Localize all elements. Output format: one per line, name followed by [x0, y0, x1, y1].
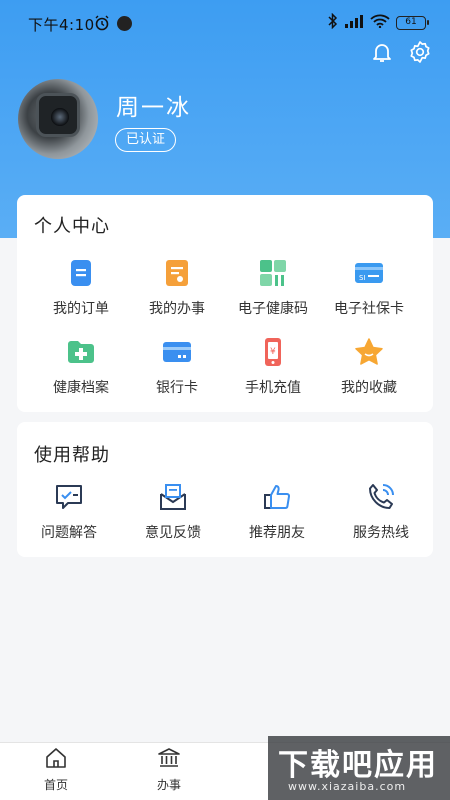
watermark-url: www.xiazaiba.com: [288, 780, 407, 793]
gear-icon[interactable]: [408, 40, 432, 64]
feedback-mail-icon: [158, 482, 188, 512]
svg-text:SI: SI: [359, 274, 366, 282]
menu-item-label: 我的订单: [53, 301, 109, 317]
help-item-label: 意见反馈: [145, 525, 201, 541]
government-building-icon: [157, 748, 181, 774]
menu-item-label: 我的办事: [149, 301, 205, 317]
bank-card-icon: [162, 337, 192, 367]
favorites-star-icon: [354, 337, 384, 367]
menu-item-label: 健康档案: [53, 380, 109, 396]
affairs-icon: [162, 258, 192, 288]
help-item-label: 服务热线: [353, 525, 409, 541]
tab-affairs[interactable]: 办事: [139, 746, 199, 793]
user-name: 周一冰: [116, 95, 191, 121]
menu-item-phone-recharge[interactable]: ¥ 手机充值: [221, 337, 325, 397]
avatar[interactable]: [18, 79, 98, 159]
help-item-hotline[interactable]: 服务热线: [329, 482, 433, 542]
menu-item-my-orders[interactable]: 我的订单: [29, 258, 133, 318]
menu-item-label: 电子社保卡: [334, 301, 404, 317]
menu-item-bank-card[interactable]: 银行卡: [125, 337, 229, 397]
app-notification-icon: [117, 16, 132, 31]
menu-item-label: 我的收藏: [341, 380, 397, 396]
watermark-logo: 下载吧应用 www.xiazaiba.com: [268, 736, 450, 800]
menu-item-health-record[interactable]: 健康档案: [29, 337, 133, 397]
qa-icon: [54, 482, 84, 512]
menu-item-my-affairs[interactable]: 我的办事: [125, 258, 229, 318]
battery-indicator: 61: [396, 16, 429, 30]
wifi-icon: [370, 14, 390, 32]
hotline-phone-icon: [366, 482, 396, 512]
home-icon: [44, 748, 68, 774]
menu-item-health-code[interactable]: 电子健康码: [221, 258, 325, 318]
phone-recharge-icon: ¥: [258, 337, 288, 367]
tab-home-label: 首页: [43, 778, 68, 792]
bell-icon[interactable]: [370, 40, 394, 64]
help-item-feedback[interactable]: 意见反馈: [121, 482, 225, 542]
verified-badge: 已认证: [115, 128, 177, 152]
personal-center-card: 个人中心 我的订单 我的办事 电子健康码 SI 电子社保卡 健康档案 银行卡 ¥…: [17, 195, 433, 412]
help-item-recommend[interactable]: 推荐朋友: [225, 482, 329, 542]
help-item-label: 问题解答: [41, 525, 97, 541]
menu-item-social-security-card[interactable]: SI 电子社保卡: [317, 258, 421, 318]
help-item-label: 推荐朋友: [249, 525, 305, 541]
health-code-icon: [258, 258, 288, 288]
personal-center-title: 个人中心: [34, 216, 110, 237]
tab-home[interactable]: 首页: [26, 746, 86, 793]
health-record-icon: [66, 337, 96, 367]
order-icon: [66, 258, 96, 288]
help-title: 使用帮助: [34, 445, 110, 466]
menu-item-favorites[interactable]: 我的收藏: [317, 337, 421, 397]
alarm-icon: [94, 15, 110, 35]
menu-item-label: 电子健康码: [238, 301, 308, 317]
avatar-camera-picture: [36, 93, 80, 137]
bluetooth-icon: [328, 12, 338, 33]
menu-item-label: 银行卡: [156, 380, 198, 396]
thumbs-up-icon: [262, 482, 292, 512]
help-card: 使用帮助 问题解答 意见反馈 推荐朋友 服务热线: [17, 422, 433, 557]
svg-text:¥: ¥: [270, 347, 276, 357]
status-right-group: 61: [328, 12, 429, 33]
help-item-qa[interactable]: 问题解答: [17, 482, 121, 542]
social-security-card-icon: SI: [354, 258, 384, 288]
signal-icon: [344, 14, 364, 32]
menu-item-label: 手机充值: [245, 380, 301, 396]
tab-affairs-label: 办事: [156, 778, 181, 792]
status-time: 下午4:10: [28, 16, 95, 34]
watermark-text: 下载吧应用: [278, 748, 438, 783]
header-actions: [370, 40, 432, 64]
